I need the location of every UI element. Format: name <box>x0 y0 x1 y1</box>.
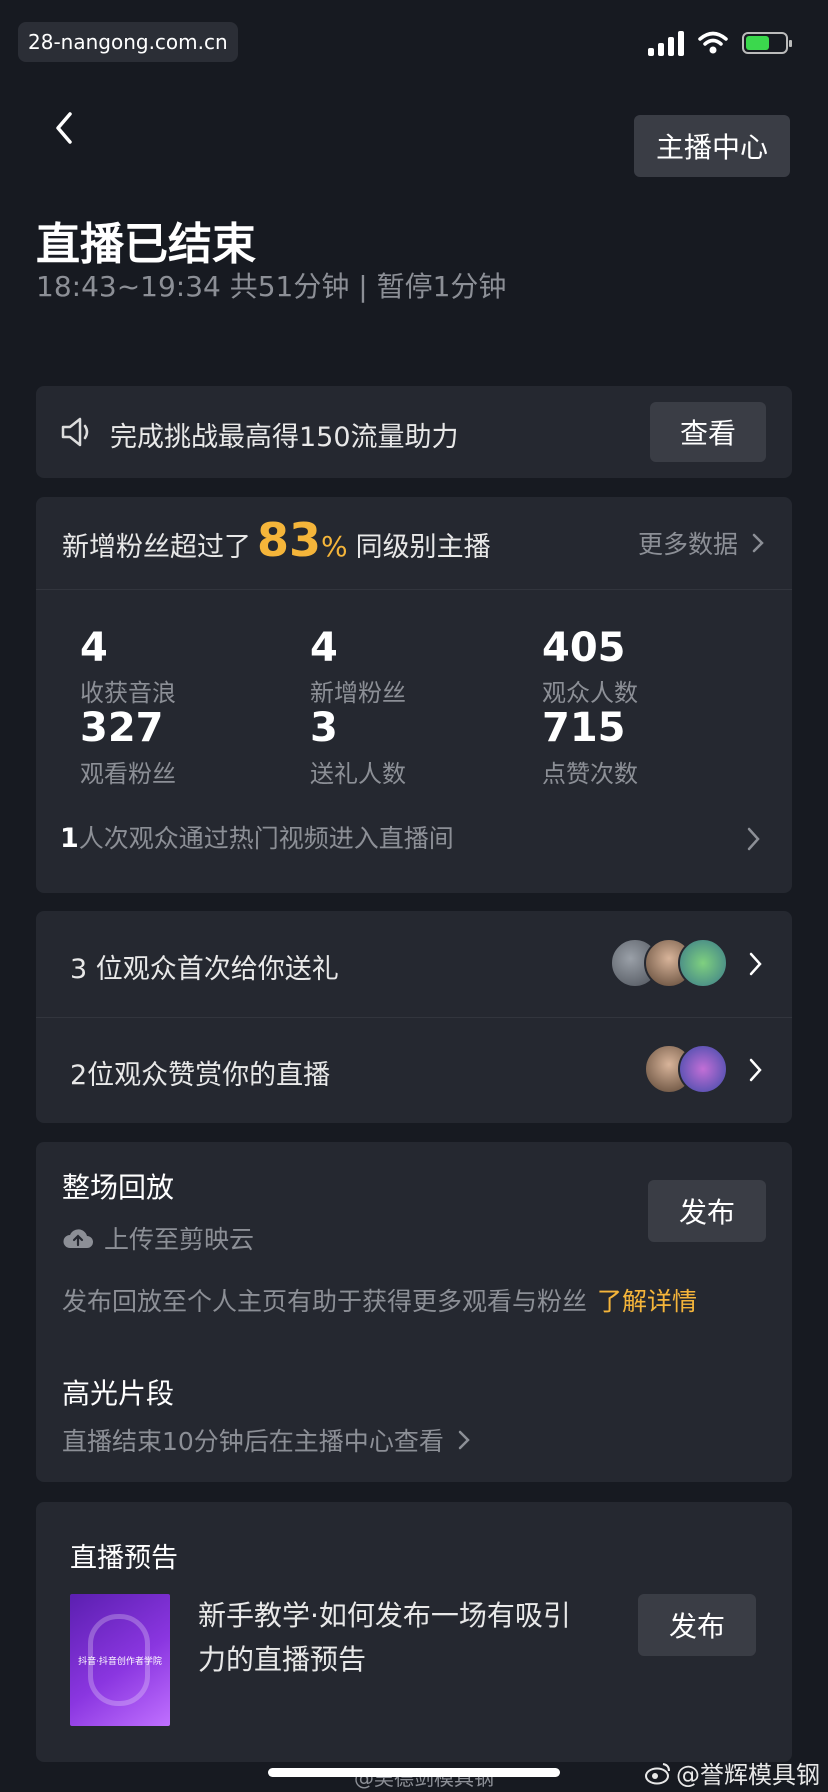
more-data-link[interactable]: 更多数据 <box>638 525 764 561</box>
speaker-icon <box>61 417 89 447</box>
stat-label: 收获音浪 <box>80 679 176 707</box>
preview-description: 新手教学·如何发布一场有吸引 力的直播预告 <box>198 1594 571 1682</box>
fans-prefix: 新增粉丝超过了 <box>62 532 251 563</box>
weibo-icon <box>645 1762 670 1784</box>
stats-card: 新增粉丝超过了 83 % 同级别主播 更多数据 4 收获音浪 4 新增粉丝 40… <box>36 497 792 893</box>
challenge-text: 完成挑战最高得150流量助力 <box>110 422 459 453</box>
preview-title: 直播预告 <box>70 1543 178 1574</box>
chevron-right-icon <box>749 952 762 976</box>
more-data-label: 更多数据 <box>637 530 738 559</box>
stat-value: 327 <box>80 705 164 751</box>
fans-suffix: 同级别主播 <box>355 532 491 563</box>
challenge-card: 完成挑战最高得150流量助力 查看 <box>36 386 792 478</box>
hot-count: 1 <box>60 823 79 854</box>
gift-viewers-row[interactable]: 3 位观众首次给你送礼 <box>36 911 792 1017</box>
stat-value: 3 <box>310 705 338 751</box>
live-time-range: 18:43~19:34 共51分钟 | 暂停1分钟 <box>36 270 507 303</box>
preview-desc-line: 力的直播预告 <box>198 1643 367 1676</box>
viewers-card: 3 位观众首次给你送礼 2位观众赞赏你的直播 <box>36 911 792 1123</box>
stat-label: 观众人数 <box>542 679 638 707</box>
stat-value: 405 <box>542 625 626 671</box>
hot-text: 人次观众通过热门视频进入直播间 <box>78 824 454 853</box>
fans-comparison: 新增粉丝超过了 83 % 同级别主播 <box>62 513 491 567</box>
stat-label: 送礼人数 <box>310 760 406 788</box>
like-viewers-text: 2位观众赞赏你的直播 <box>70 1060 331 1091</box>
stat-label: 新增粉丝 <box>310 679 406 707</box>
site-watermark: 28-nangong.com.cn <box>18 22 238 62</box>
highlight-title: 高光片段 <box>62 1377 175 1410</box>
highlight-link[interactable]: 直播结束10分钟后在主播中心查看 <box>62 1422 470 1458</box>
view-challenge-button[interactable]: 查看 <box>650 402 766 462</box>
battery-icon <box>742 32 792 54</box>
preview-thumbnail[interactable]: 抖音·抖音创作者学院 <box>70 1594 170 1726</box>
stat-value: 4 <box>80 625 108 671</box>
upload-label: 上传至剪映云 <box>104 1225 255 1254</box>
stat-value: 4 <box>310 625 338 671</box>
stat-label: 点赞次数 <box>542 760 638 788</box>
replay-desc-text: 发布回放至个人主页有助于获得更多观看与粉丝 <box>62 1287 588 1316</box>
replay-description: 发布回放至个人主页有助于获得更多观看与粉丝 了解详情 <box>62 1282 697 1318</box>
gift-viewers-text: 3 位观众首次给你送礼 <box>70 954 339 985</box>
percent-sign: % <box>321 530 348 563</box>
chevron-right-icon <box>747 827 760 851</box>
publish-preview-button[interactable]: 发布 <box>638 1594 756 1656</box>
chevron-right-icon <box>458 1430 470 1450</box>
cloud-upload-icon <box>63 1229 93 1248</box>
replay-title: 整场回放 <box>62 1171 175 1204</box>
back-arrow-icon[interactable] <box>50 108 80 148</box>
host-center-button[interactable]: 主播中心 <box>634 115 790 177</box>
live-preview-card: 直播预告 抖音·抖音创作者学院 新手教学·如何发布一场有吸引 力的直播预告 发布 <box>36 1502 792 1762</box>
stats-divider <box>36 589 792 590</box>
upload-cloud-link[interactable]: 上传至剪映云 <box>62 1220 254 1256</box>
footer-watermark-right: @誉辉模具钢 <box>644 1755 820 1790</box>
stat-value: 715 <box>542 705 626 751</box>
fans-percent: 83 <box>257 513 322 567</box>
chevron-right-icon <box>752 533 764 553</box>
avatar <box>678 938 728 988</box>
page-title: 直播已结束 <box>36 219 256 270</box>
chevron-right-icon <box>749 1058 762 1082</box>
replay-card: 整场回放 上传至剪映云 发布 发布回放至个人主页有助于获得更多观看与粉丝 了解详情… <box>36 1142 792 1482</box>
preview-desc-line: 新手教学·如何发布一场有吸引 <box>198 1599 571 1632</box>
avatar <box>678 1044 728 1094</box>
learn-more-link[interactable]: 了解详情 <box>597 1287 697 1316</box>
cellular-signal-icon <box>648 30 684 56</box>
status-icons <box>648 30 792 56</box>
home-indicator[interactable] <box>268 1768 560 1777</box>
like-viewers-row[interactable]: 2位观众赞赏你的直播 <box>36 1017 792 1123</box>
thumbnail-caption: 抖音·抖音创作者学院 <box>78 1657 162 1667</box>
publish-replay-button[interactable]: 发布 <box>648 1180 766 1242</box>
hot-video-row[interactable]: 1人次观众通过热门视频进入直播间 <box>60 819 768 863</box>
stat-label: 观看粉丝 <box>80 760 176 788</box>
highlight-desc: 直播结束10分钟后在主播中心查看 <box>62 1427 444 1456</box>
footer-watermark-right-text: @誉辉模具钢 <box>676 1761 820 1789</box>
wifi-icon <box>698 31 728 54</box>
